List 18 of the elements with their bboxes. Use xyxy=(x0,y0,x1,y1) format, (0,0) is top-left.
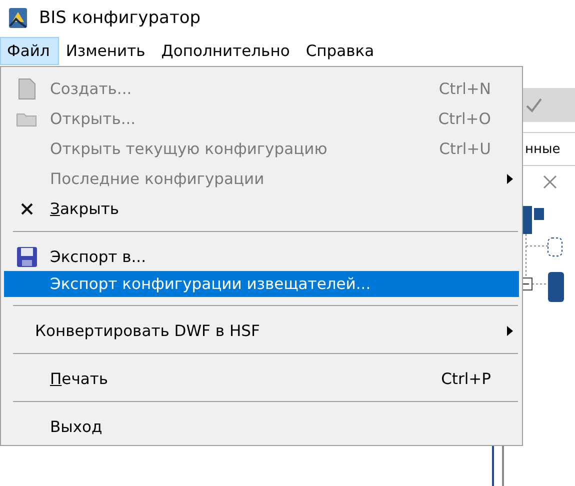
menu-bar-item[interactable]: Справка xyxy=(298,37,384,65)
menu-bar-item[interactable]: Дополнительно xyxy=(154,37,299,65)
close-icon[interactable] xyxy=(542,174,558,190)
folder-icon xyxy=(16,111,38,127)
menu-item[interactable]: Экспорт конфигурации извещателей... xyxy=(4,271,519,297)
menu-bar-item[interactable]: Файл xyxy=(0,37,59,65)
menu-item[interactable]: Печать Ctrl+P xyxy=(4,364,519,393)
menu-item[interactable]: Конвертировать DWF в HSF xyxy=(4,316,519,345)
tab-label: нные xyxy=(525,142,560,156)
save-icon xyxy=(16,246,38,268)
menu-bar-item[interactable]: Изменить xyxy=(58,37,154,65)
document-icon xyxy=(18,78,36,100)
close-icon xyxy=(21,202,33,214)
menu-item[interactable]: Выход xyxy=(4,412,519,441)
app-icon xyxy=(6,6,30,30)
menu-item[interactable]: Экспорт в... xyxy=(4,242,519,271)
window-title: BIS конфигуратор xyxy=(39,8,201,28)
menu-item[interactable]: Закрыть xyxy=(4,194,519,223)
